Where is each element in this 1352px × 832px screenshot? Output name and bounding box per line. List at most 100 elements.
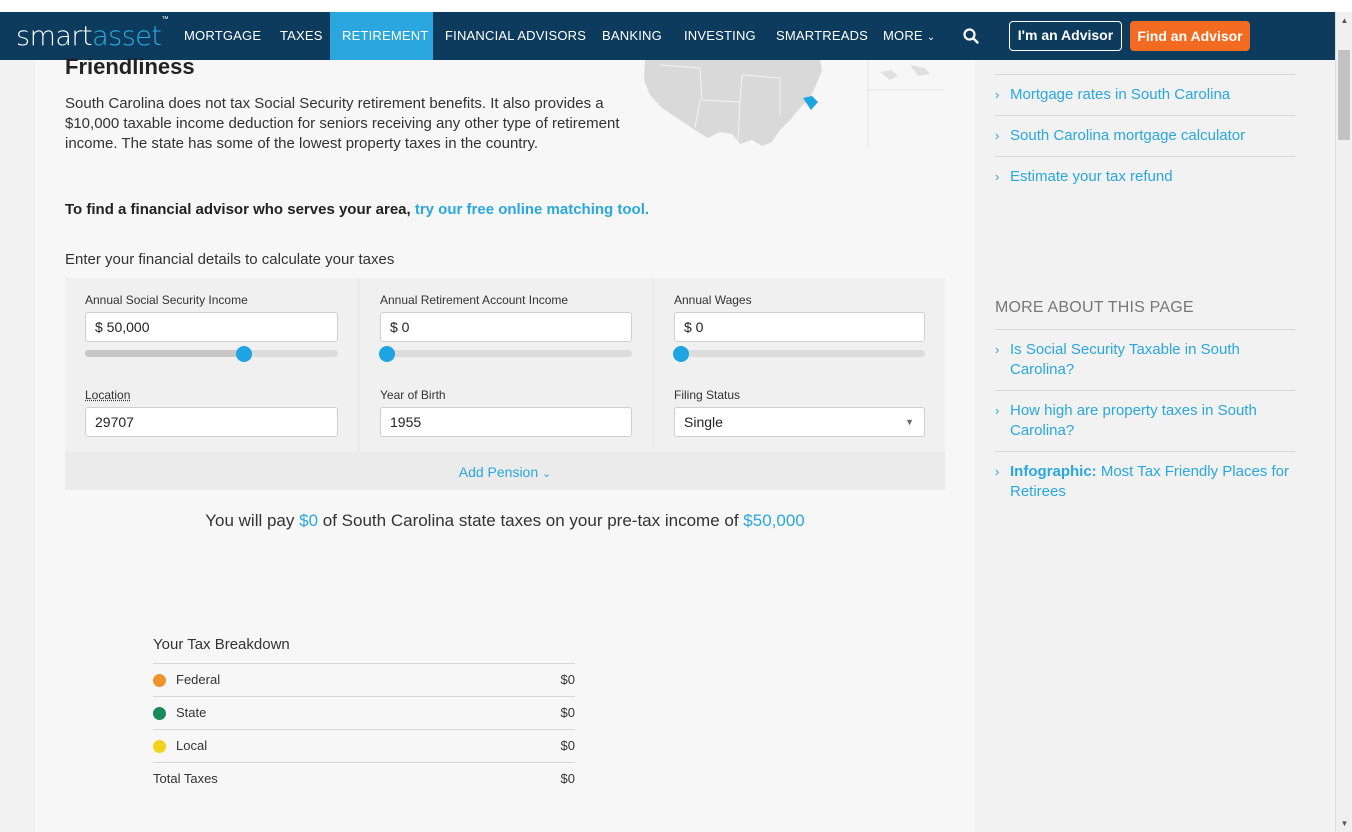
sidebar: › Mortgage rates in South Carolina › South…	[975, 60, 1335, 832]
sidebar-link-bold: Infographic:	[1010, 463, 1097, 480]
nav-smartreads[interactable]: SMARTREADS	[764, 12, 880, 60]
breakdown-total-label: Total Taxes	[153, 771, 218, 786]
section-heading: Friendliness	[65, 54, 195, 79]
calc-cell-retirement: Annual Retirement Account Income $ 0 Yea…	[360, 278, 652, 452]
result-income: $50,000	[743, 511, 805, 530]
tax-result: You will pay $0 of South Carolina state …	[35, 511, 975, 531]
sidebar-link-mortgage-calculator[interactable]: › South Carolina mortgage calculator	[995, 115, 1295, 156]
chevron-down-icon: ⌄	[926, 32, 936, 43]
birth-year-input[interactable]: 1955	[380, 407, 632, 437]
sidebar-more-links: › Is Social Security Taxable in South Car…	[995, 329, 1295, 512]
chevron-right-icon: ›	[995, 403, 1000, 418]
tax-breakdown: Your Tax Breakdown Federal $0 State $0 L…	[153, 636, 575, 795]
ss-income-slider[interactable]	[85, 350, 338, 357]
sidebar-link-infographic[interactable]: › Infographic: Most Tax Friendly Places f…	[995, 451, 1295, 512]
location-label: Location	[85, 388, 131, 402]
breakdown-row-label: Local	[176, 738, 208, 753]
wages-label: Annual Wages	[674, 293, 752, 307]
breakdown-row-label: State	[176, 705, 207, 720]
add-pension-button[interactable]: Add Pension ⌄	[65, 454, 945, 490]
nav-more-label: MORE	[883, 28, 923, 43]
scroll-down-icon[interactable]: ▼	[1336, 815, 1352, 832]
breakdown-row-local: Local $0	[153, 729, 575, 762]
im-an-advisor-button[interactable]: I'm an Advisor	[1009, 21, 1122, 51]
breakdown-row-state: State $0	[153, 696, 575, 729]
federal-dot-icon	[153, 674, 166, 687]
filing-status-value: Single	[684, 414, 723, 430]
chevron-right-icon: ›	[995, 87, 1000, 102]
search-icon[interactable]	[962, 27, 980, 45]
nav-investing[interactable]: INVESTING	[672, 12, 768, 60]
calc-cell-wages: Annual Wages $ 0 Filing Status Single ▼	[654, 278, 945, 452]
matching-tool-link[interactable]: try our free online matching tool.	[415, 201, 649, 218]
breakdown-row-label: Federal	[176, 672, 221, 687]
chevron-down-icon: ⌄	[542, 468, 552, 480]
breakdown-row-value: $0	[560, 672, 575, 687]
birth-year-label: Year of Birth	[380, 388, 446, 402]
nav-more[interactable]: MORE ⌄	[871, 12, 947, 60]
result-prefix: You will pay	[205, 511, 295, 530]
ss-income-input[interactable]: $ 50,000	[85, 312, 338, 342]
breakdown-row-value: $0	[560, 738, 575, 753]
chevron-right-icon: ›	[995, 464, 1000, 479]
sidebar-link-tax-refund[interactable]: › Estimate your tax refund	[995, 156, 1295, 197]
filing-status-label: Filing Status	[674, 388, 741, 402]
breakdown-row-federal: Federal $0	[153, 663, 575, 696]
main-content: Friendliness South Carolina does not tax…	[35, 54, 975, 832]
retirement-income-slider-handle[interactable]	[379, 346, 395, 362]
nav-retirement[interactable]: RETIREMENT	[330, 12, 433, 60]
wages-input[interactable]: $ 0	[674, 312, 925, 342]
breakdown-row-value: $0	[560, 705, 575, 720]
tax-calculator: Annual Social Security Income $ 50,000 L…	[65, 278, 945, 490]
sidebar-link-label: Mortgage rates in South Carolina	[1010, 86, 1231, 103]
cta-text: To find a financial advisor who serves y…	[65, 201, 411, 218]
retirement-income-slider[interactable]	[380, 350, 632, 357]
sidebar-related-links: › Mortgage rates in South Carolina › South…	[995, 74, 1295, 197]
chevron-right-icon: ›	[995, 342, 1000, 357]
sidebar-link-property-taxes[interactable]: › How high are property taxes in South Ca…	[995, 390, 1295, 451]
breakdown-title: Your Tax Breakdown	[153, 636, 290, 653]
advisor-cta: To find a financial advisor who serves y…	[65, 201, 649, 218]
chevron-right-icon: ›	[995, 169, 1000, 184]
state-dot-icon	[153, 707, 166, 720]
result-tax-amount: $0	[299, 511, 319, 530]
add-pension-label: Add Pension	[458, 464, 539, 480]
chevron-right-icon: ›	[995, 128, 1000, 143]
local-dot-icon	[153, 740, 166, 753]
smartasset-logo[interactable]: smartasset™	[16, 15, 168, 52]
top-navbar: smartasset™ MORTGAGE TAXES RETIREMENT FI…	[0, 12, 1335, 60]
nav-financial-advisors[interactable]: FINANCIAL ADVISORS	[433, 12, 598, 60]
sidebar-link-label: Is Social Security Taxable in South Caro…	[1010, 341, 1240, 378]
calc-cell-ss: Annual Social Security Income $ 50,000 L…	[65, 278, 357, 452]
us-map-image	[644, 60, 945, 148]
sidebar-link-social-security[interactable]: › Is Social Security Taxable in South Car…	[995, 329, 1295, 390]
location-input[interactable]: 29707	[85, 407, 338, 437]
breakdown-total-value: $0	[560, 771, 575, 786]
dropdown-arrow-icon: ▼	[905, 417, 914, 427]
scroll-up-icon[interactable]: ▲	[1336, 12, 1352, 29]
retirement-income-label: Annual Retirement Account Income	[380, 293, 569, 307]
sidebar-link-label: Estimate your tax refund	[1010, 168, 1173, 185]
wages-slider[interactable]	[674, 350, 925, 357]
sidebar-link-label: South Carolina mortgage calculator	[1010, 127, 1246, 144]
calculator-label: Enter your financial details to calculat…	[65, 251, 395, 268]
ss-income-label: Annual Social Security Income	[85, 293, 248, 307]
find-an-advisor-button[interactable]: Find an Advisor	[1130, 21, 1250, 51]
ss-income-slider-fill	[85, 350, 245, 357]
wages-slider-handle[interactable]	[673, 346, 689, 362]
ss-income-slider-handle[interactable]	[236, 346, 252, 362]
filing-status-select[interactable]: Single ▼	[674, 407, 925, 437]
sidebar-link-label: How high are property taxes in South Car…	[1010, 402, 1257, 439]
window-top-strip	[0, 0, 1352, 12]
nav-mortgage[interactable]: MORTGAGE	[172, 12, 273, 60]
breakdown-row-total: Total Taxes $0	[153, 762, 575, 795]
result-middle: of South Carolina state taxes on your pr…	[322, 511, 739, 530]
sidebar-link-mortgage-rates[interactable]: › Mortgage rates in South Carolina	[995, 74, 1295, 115]
retirement-income-input[interactable]: $ 0	[380, 312, 632, 342]
scroll-thumb[interactable]	[1338, 50, 1350, 140]
page-scrollbar[interactable]: ▲ ▼	[1335, 12, 1352, 832]
intro-paragraph: South Carolina does not tax Social Secur…	[65, 95, 620, 152]
nav-banking[interactable]: BANKING	[590, 12, 674, 60]
nav-taxes[interactable]: TAXES	[268, 12, 335, 60]
more-about-heading: MORE ABOUT THIS PAGE	[995, 299, 1194, 316]
